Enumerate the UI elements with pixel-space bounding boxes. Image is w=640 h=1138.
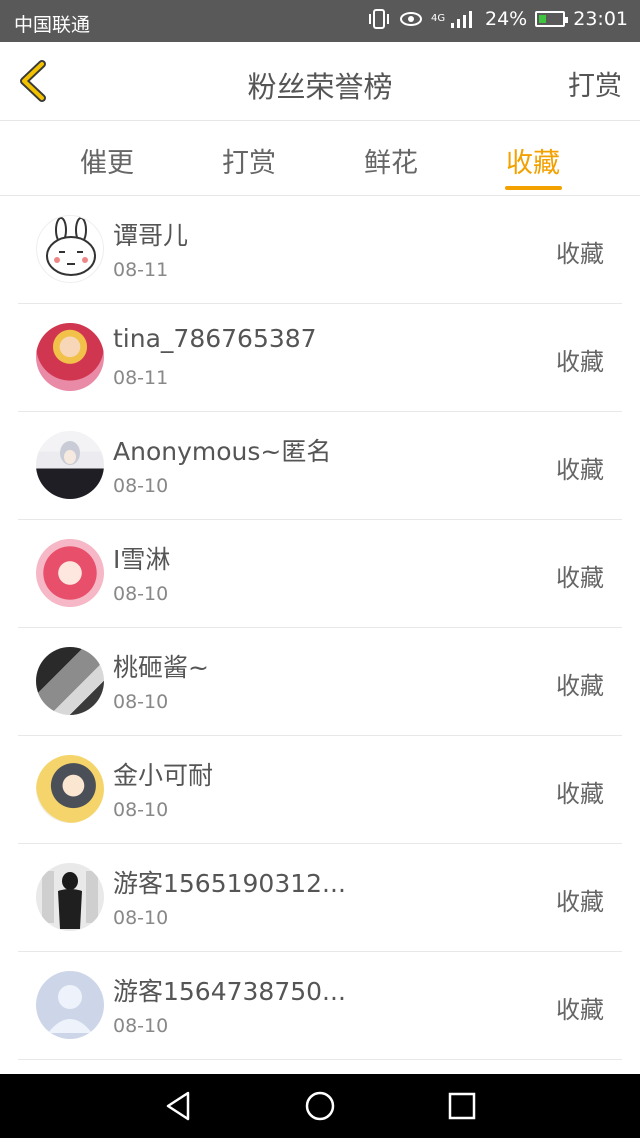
signal-icon <box>451 10 477 28</box>
tab-urge[interactable]: 催更 <box>62 141 152 180</box>
fan-list: 谭哥儿 08-11 收藏 tina_786765387 08-11 收藏 Ano… <box>18 196 622 1060</box>
anime-girl-red-avatar-icon <box>36 323 104 391</box>
item-action-label: 收藏 <box>556 888 604 916</box>
navigation-bar <box>0 1074 640 1138</box>
user-name: 谭哥儿 <box>113 221 189 250</box>
tab-flowers[interactable]: 鲜花 <box>346 141 436 180</box>
item-action-label: 收藏 <box>556 456 604 484</box>
list-item[interactable]: 金小可耐 08-10 收藏 <box>18 736 622 844</box>
item-date: 08-11 <box>113 259 169 281</box>
battery-icon <box>535 11 569 27</box>
active-tab-indicator <box>505 186 562 190</box>
item-action-label: 收藏 <box>556 780 604 808</box>
home-circle-icon[interactable] <box>302 1088 338 1124</box>
user-name: I雪淋 <box>113 545 171 574</box>
back-triangle-icon[interactable] <box>160 1088 196 1124</box>
page-title: 粉丝荣誉榜 <box>247 70 393 104</box>
list-item[interactable]: 桃砸酱~ 08-10 收藏 <box>18 628 622 736</box>
item-date: 08-10 <box>113 475 169 497</box>
tab-bar: 催更 打赏 鲜花 收藏 <box>0 121 640 196</box>
list-item[interactable]: tina_786765387 08-11 收藏 <box>18 304 622 412</box>
list-item[interactable]: Anonymous~匿名 08-10 收藏 <box>18 412 622 520</box>
photo-monochrome-avatar-icon <box>36 647 104 715</box>
item-date: 08-11 <box>113 367 169 389</box>
carrier-name: 中国联通 <box>14 14 91 36</box>
user-name: 游客1564738750... <box>113 977 346 1006</box>
status-icons: 4G 24% 23:01 <box>367 8 628 30</box>
network-type: 4G <box>431 13 446 24</box>
user-name: 桃砸酱~ <box>113 653 209 682</box>
vibrate-icon <box>369 9 389 29</box>
clock: 23:01 <box>573 8 628 30</box>
tip-button[interactable]: 打赏 <box>568 64 622 103</box>
default-user-avatar-icon <box>36 971 104 1039</box>
item-date: 08-10 <box>113 907 169 929</box>
figure-sketch-avatar-icon <box>36 863 104 931</box>
anime-girl-grey-hair-avatar-icon <box>36 431 104 499</box>
tab-tip[interactable]: 打赏 <box>204 141 294 180</box>
list-item[interactable]: 谭哥儿 08-11 收藏 <box>18 196 622 304</box>
status-bar: 中国联通 4G 24% 23:01 <box>0 0 640 42</box>
item-date: 08-10 <box>113 799 169 821</box>
rabbit-avatar-icon <box>36 215 104 283</box>
list-item[interactable]: 游客1564738750... 08-10 收藏 <box>18 952 622 1060</box>
user-name: 金小可耐 <box>113 761 214 790</box>
item-action-label: 收藏 <box>556 240 604 268</box>
eye-icon <box>400 12 422 26</box>
user-name: tina_786765387 <box>113 324 317 353</box>
anime-boy-avatar-icon <box>36 755 104 823</box>
item-action-label: 收藏 <box>556 348 604 376</box>
user-name: Anonymous~匿名 <box>113 437 332 466</box>
anime-girl-pink-avatar-icon <box>36 539 104 607</box>
tab-favorites[interactable]: 收藏 <box>488 141 578 180</box>
item-action-label: 收藏 <box>556 996 604 1024</box>
item-action-label: 收藏 <box>556 564 604 592</box>
header: 粉丝荣誉榜 打赏 <box>0 42 640 121</box>
item-date: 08-10 <box>113 1015 169 1037</box>
list-item[interactable]: 游客1565190312... 08-10 收藏 <box>18 844 622 952</box>
recents-square-icon[interactable] <box>444 1088 480 1124</box>
item-date: 08-10 <box>113 583 169 605</box>
item-action-label: 收藏 <box>556 672 604 700</box>
battery-percent: 24% <box>485 8 528 30</box>
item-date: 08-10 <box>113 691 169 713</box>
user-name: 游客1565190312... <box>113 869 346 898</box>
list-item[interactable]: I雪淋 08-10 收藏 <box>18 520 622 628</box>
